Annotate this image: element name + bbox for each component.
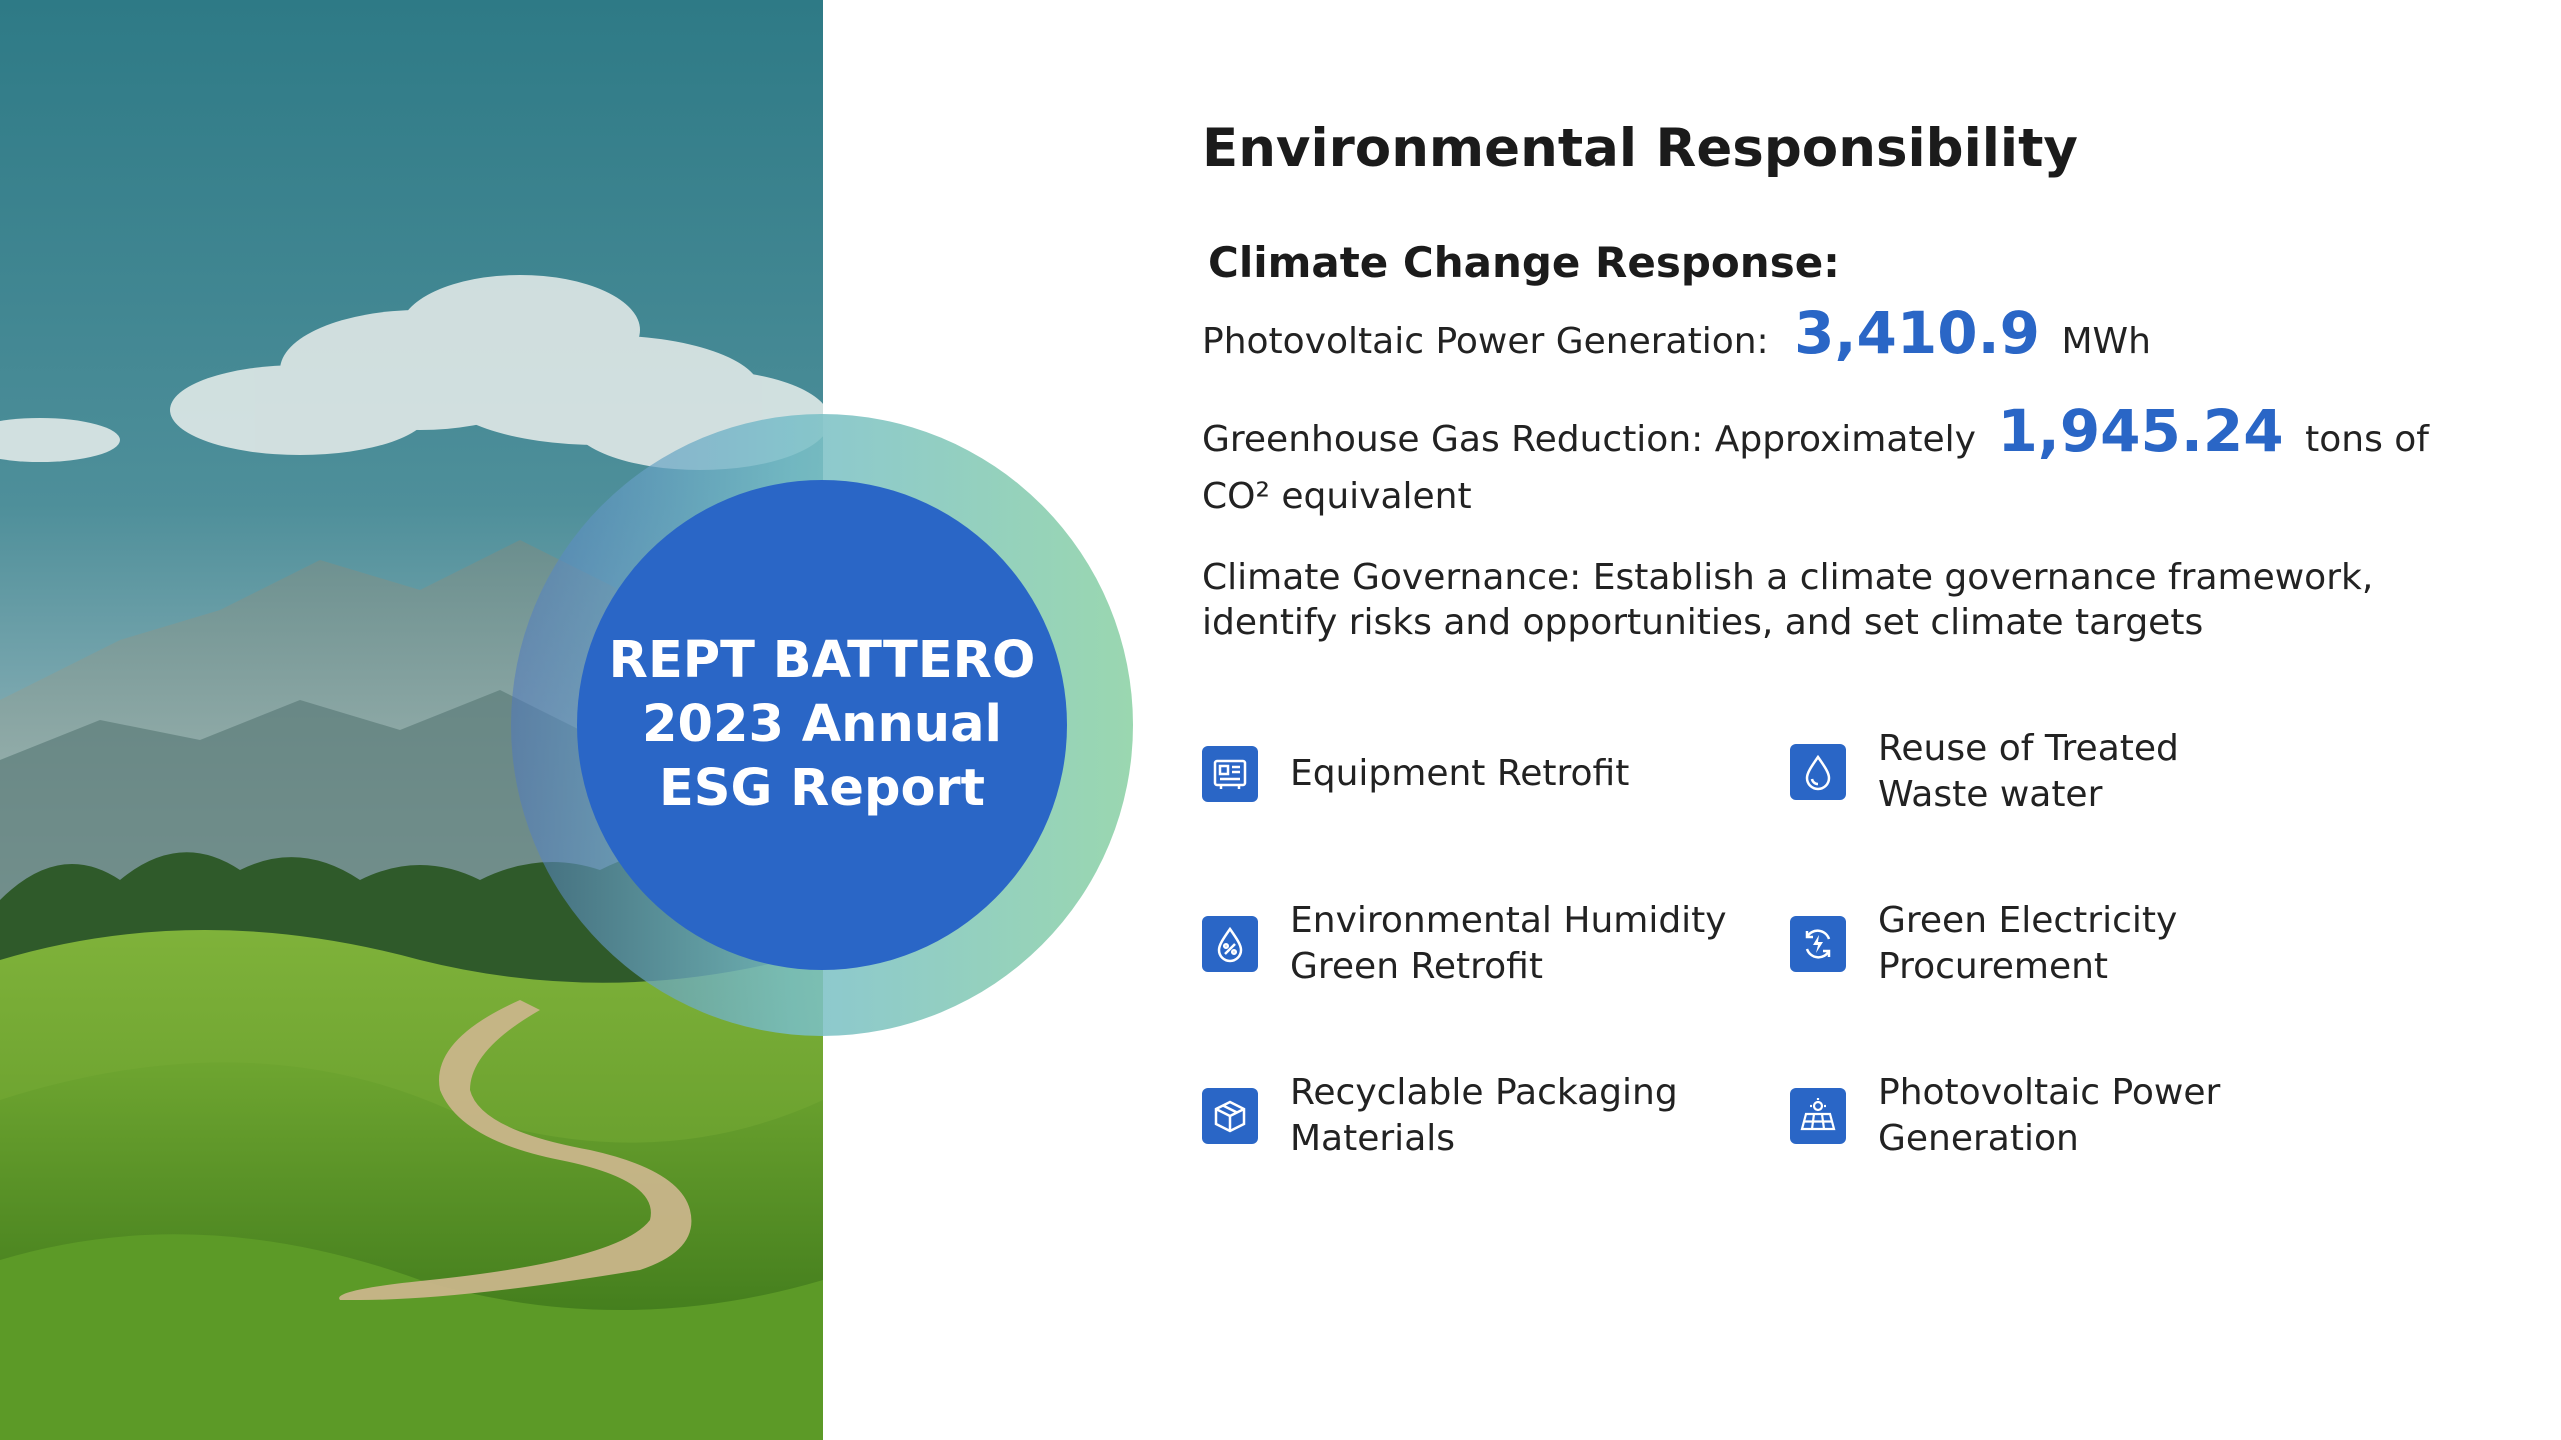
section-subtitle: Climate Change Response:: [1208, 238, 1840, 287]
initiative-recyclable-packaging: Recyclable Packaging Materials: [1202, 1070, 1678, 1162]
initiative-label: Recyclable Packaging: [1290, 1072, 1678, 1113]
ghg-reduction-stat: Greenhouse Gas Reduction: Approximately …: [1202, 402, 2429, 463]
equipment-icon: [1202, 746, 1258, 802]
initiative-reuse-wastewater: Reuse of Treated Waste water: [1790, 726, 2179, 818]
governance-line-1: Climate Governance: Establish a climate …: [1202, 557, 2374, 598]
initiative-label-2: Waste water: [1878, 774, 2103, 815]
pv-value: 3,410.9: [1794, 299, 2040, 367]
humidity-icon: [1202, 916, 1258, 972]
governance-line-2: identify risks and opportunities, and se…: [1202, 602, 2204, 643]
initiative-label: Environmental Humidity: [1290, 900, 1727, 941]
initiative-label-2: Procurement: [1878, 946, 2109, 987]
ghg-unit: tons of: [2305, 419, 2429, 460]
ghg-label: Greenhouse Gas Reduction: Approximately: [1202, 419, 1976, 460]
initiative-label-2: Green Retrofit: [1290, 946, 1543, 987]
pv-generation-stat: Photovoltaic Power Generation: 3,410.9 M…: [1202, 304, 2151, 365]
ghg-value: 1,945.24: [1997, 397, 2284, 465]
initiative-humidity-retrofit: Environmental Humidity Green Retrofit: [1202, 898, 1727, 990]
initiative-label-2: Generation: [1878, 1118, 2079, 1159]
badge-line-2: 2023 Annual: [642, 695, 1002, 754]
report-badge: REPT BATTERO 2023 Annual ESG Report: [577, 480, 1067, 970]
pv-label: Photovoltaic Power Generation:: [1202, 321, 1769, 362]
badge-line-3: ESG Report: [658, 759, 986, 818]
initiative-photovoltaic: Photovoltaic Power Generation: [1790, 1070, 2220, 1162]
initiative-label-2: Materials: [1290, 1118, 1456, 1159]
package-icon: [1202, 1088, 1258, 1144]
pv-unit: MWh: [2061, 321, 2151, 362]
ghg-unit-continued: CO² equivalent: [1202, 476, 1472, 517]
initiative-equipment-retrofit: Equipment Retrofit: [1202, 746, 1629, 802]
initiative-label: Equipment Retrofit: [1290, 753, 1630, 794]
badge-line-1: REPT BATTERO: [608, 631, 1036, 690]
solar-panel-icon: [1790, 1088, 1846, 1144]
initiative-label: Green Electricity: [1878, 900, 2178, 941]
initiative-label: Reuse of Treated: [1878, 728, 2179, 769]
page-title: Environmental Responsibility: [1202, 118, 2078, 179]
green-electricity-icon: [1790, 916, 1846, 972]
water-drop-icon: [1790, 744, 1846, 800]
initiative-label: Photovoltaic Power: [1878, 1072, 2221, 1113]
initiative-green-electricity: Green Electricity Procurement: [1790, 898, 2177, 990]
